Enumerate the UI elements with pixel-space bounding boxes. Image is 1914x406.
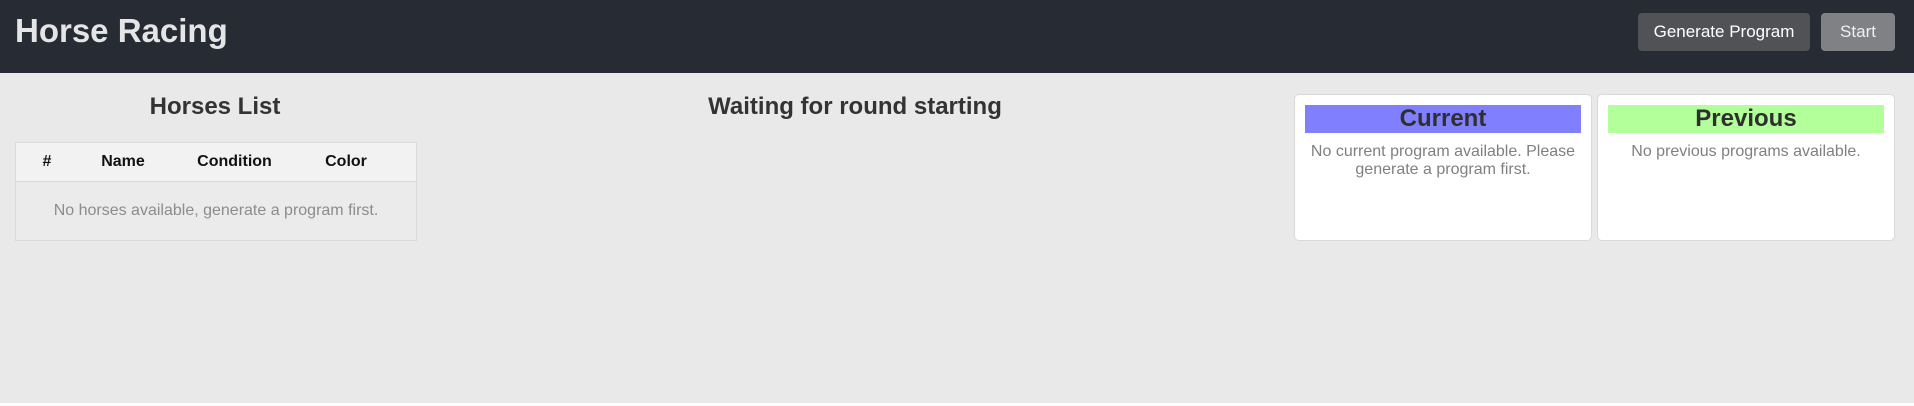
column-header-number: # <box>42 153 52 170</box>
horses-table: # Name Condition Color No horses availab… <box>15 142 417 241</box>
current-program-empty-message: No current program available. Please gen… <box>1310 143 1576 178</box>
race-section: Waiting for round starting <box>560 93 1150 121</box>
app: Horse Racing Generate Program Start Hors… <box>0 0 1914 406</box>
start-button[interactable]: Start <box>1821 13 1895 51</box>
horses-section: Horses List <box>15 93 415 121</box>
horses-empty-message: No horses available, generate a program … <box>53 202 379 219</box>
top-bar: Horse Racing Generate Program Start <box>0 0 1914 73</box>
app-title: Horse Racing <box>15 12 228 49</box>
column-header-color: Color <box>325 153 367 170</box>
horses-list-title: Horses List <box>149 93 281 120</box>
previous-program-empty-message: No previous programs available. <box>1631 143 1861 160</box>
previous-program-title: Previous <box>1608 105 1884 133</box>
table-header: # Name Condition Color <box>16 143 416 182</box>
generate-program-button[interactable]: Generate Program <box>1638 13 1810 51</box>
column-header-condition: Condition <box>197 153 272 170</box>
column-header-name: Name <box>101 153 145 170</box>
current-program-card: Current No current program available. Pl… <box>1294 94 1592 241</box>
race-status-title: Waiting for round starting <box>708 93 1002 120</box>
previous-program-card: Previous No previous programs available. <box>1597 94 1895 241</box>
current-program-title: Current <box>1305 105 1581 133</box>
